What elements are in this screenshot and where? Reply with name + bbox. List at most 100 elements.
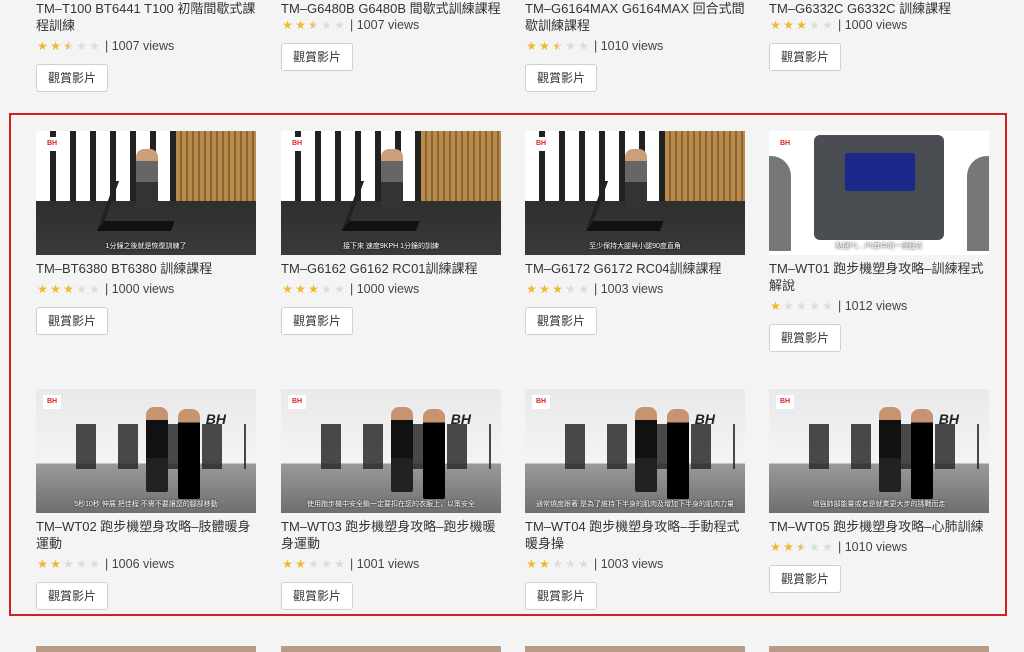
- video-title[interactable]: TM–G6172 G6172 RC04訓練課程: [525, 260, 745, 277]
- star-rating: ★ ★ ★ ★ ★: [281, 19, 346, 31]
- watch-video-button[interactable]: 觀賞影片: [525, 307, 598, 335]
- star-icon: ★: [63, 557, 74, 571]
- star-icon: ★: [770, 299, 781, 313]
- star-icon: ★: [295, 282, 306, 296]
- video-title[interactable]: TM–WT02 跑步機塑身攻略–肢體暖身運動: [36, 518, 256, 552]
- video-thumbnail[interactable]: BH BH 使用跑步機中安全鎖一定要扣在您的衣服上，以策安全: [281, 389, 501, 513]
- video-thumbnail[interactable]: BH 點選P1…P6其中的一個程式: [769, 131, 989, 255]
- watch-video-button[interactable]: 觀賞影片: [769, 43, 842, 71]
- video-thumbnail[interactable]: [281, 646, 501, 652]
- star-icon: ★: [770, 540, 781, 554]
- rating-row: ★ ★ ★ ★ ★ | 1012 views: [769, 298, 989, 314]
- star-icon: ★: [578, 282, 589, 296]
- video-card: BH 點選P1…P6其中的一個程式 TM–WT01 跑步機塑身攻略–訓練程式解說…: [769, 131, 989, 352]
- star-icon: ★: [89, 282, 100, 296]
- star-icon: ★: [295, 557, 306, 571]
- watch-video-button[interactable]: 觀賞影片: [281, 307, 354, 335]
- brand-logo: BH: [776, 395, 795, 409]
- video-title[interactable]: TM–BT6380 BT6380 訓練課程: [36, 260, 256, 277]
- video-thumbnail[interactable]: BH BH 通常燒度跟著 是為了維持下半身的肌肉及增加下半身的肌肉力量: [525, 389, 745, 513]
- star-rating: ★ ★ ★ ★ ★: [36, 40, 101, 52]
- star-icon: ★: [539, 282, 550, 296]
- video-card: TM–T100 BT6441 T100 初階間歇式課程訓練 ★ ★ ★ ★ ★ | 100…: [36, 0, 256, 92]
- rating-row: ★ ★ ★ ★ ★ | 1007 views: [281, 17, 501, 33]
- star-icon: ★: [321, 557, 332, 571]
- video-caption: 5秒10秒 伸展 把佳程 不需不要讓您的腳部移動: [74, 501, 218, 508]
- video-thumbnail[interactable]: [36, 646, 256, 652]
- view-count: | 1000 views: [105, 282, 175, 296]
- star-icon: ★: [578, 557, 589, 571]
- video-title[interactable]: TM–G6480B G6480B 間歇式訓練課程: [281, 0, 501, 17]
- star-icon: ★: [809, 18, 820, 32]
- watch-video-button[interactable]: 觀賞影片: [769, 565, 842, 593]
- rating-row: ★ ★ ★ ★ ★ | 1000 views: [281, 281, 501, 297]
- video-card: BH 1分鐘之後就是恢復訓練了 TM–BT6380 BT6380 訓練課程 ★ ★…: [36, 131, 256, 335]
- star-icon: ★: [76, 557, 87, 571]
- video-title[interactable]: TM–WT01 跑步機塑身攻略–訓練程式解說: [769, 260, 989, 294]
- star-rating: ★ ★ ★ ★ ★: [769, 19, 834, 31]
- watch-video-button[interactable]: 觀賞影片: [769, 324, 842, 352]
- star-icon: ★: [809, 540, 820, 554]
- star-icon: ★: [63, 282, 74, 296]
- star-icon: ★: [321, 18, 332, 32]
- star-icon: ★: [526, 282, 537, 296]
- watch-video-button[interactable]: 觀賞影片: [36, 582, 109, 610]
- star-icon: ★: [539, 39, 550, 53]
- video-thumbnail[interactable]: [525, 646, 745, 652]
- brand-logo: BH: [532, 137, 551, 151]
- video-thumbnail[interactable]: BH 1分鐘之後就是恢復訓練了: [36, 131, 256, 255]
- star-icon: ★: [526, 557, 537, 571]
- watch-video-button[interactable]: 觀賞影片: [36, 64, 109, 92]
- star-icon: ★: [37, 39, 48, 53]
- star-icon: ★: [770, 18, 781, 32]
- watch-video-button[interactable]: 觀賞影片: [525, 582, 598, 610]
- star-icon: ★: [37, 282, 48, 296]
- video-thumbnail[interactable]: BH BH 增強肺部能量或者是就業更大步的挑戰而走: [769, 389, 989, 513]
- video-title[interactable]: TM–T100 BT6441 T100 初階間歇式課程訓練: [36, 0, 256, 34]
- video-card: BH BH 增強肺部能量或者是就業更大步的挑戰而走 TM–WT05 跑步機塑身攻…: [769, 389, 989, 593]
- rating-row: ★ ★ ★ ★ ★ | 1003 views: [525, 281, 745, 297]
- video-title[interactable]: TM–G6332C G6332C 訓練課程: [769, 0, 989, 17]
- rating-row: ★ ★ ★ ★ ★ | 1000 views: [36, 281, 256, 297]
- star-icon: ★: [295, 18, 306, 32]
- video-thumbnail[interactable]: BH 至少保持大腿與小腿90度直角: [525, 131, 745, 255]
- brand-logo: BH: [43, 395, 62, 409]
- star-icon: ★: [783, 18, 794, 32]
- star-icon: ★: [334, 18, 345, 32]
- star-rating: ★ ★ ★ ★ ★: [525, 283, 590, 295]
- star-icon: ★: [308, 18, 319, 32]
- video-caption: 通常燒度跟著 是為了維持下半身的肌肉及增加下半身的肌肉力量: [536, 501, 734, 508]
- video-card: BH 接下來 速度9KPH 1分鐘的訓練 TM–G6162 G6162 RC01…: [281, 131, 501, 335]
- star-icon: ★: [783, 299, 794, 313]
- watch-video-button[interactable]: 觀賞影片: [281, 582, 354, 610]
- video-title[interactable]: TM–WT03 跑步機塑身攻略–跑步機暖身運動: [281, 518, 501, 552]
- star-rating: ★ ★ ★ ★ ★: [36, 283, 101, 295]
- video-thumbnail[interactable]: BH 接下來 速度9KPH 1分鐘的訓練: [281, 131, 501, 255]
- video-thumbnail[interactable]: BH BH 5秒10秒 伸展 把佳程 不需不要讓您的腳部移動: [36, 389, 256, 513]
- star-icon: ★: [76, 39, 87, 53]
- rating-row: ★ ★ ★ ★ ★ | 1007 views: [36, 38, 256, 54]
- star-icon: ★: [308, 282, 319, 296]
- watch-video-button[interactable]: 觀賞影片: [36, 307, 109, 335]
- view-count: | 1003 views: [594, 282, 664, 296]
- video-card: TM–G6332C G6332C 訓練課程 ★ ★ ★ ★ ★ | 1000 views …: [769, 0, 989, 71]
- star-icon: ★: [796, 540, 807, 554]
- video-title[interactable]: TM–WT04 跑步機塑身攻略–手動程式暖身操: [525, 518, 745, 552]
- video-thumbnail[interactable]: [769, 646, 989, 652]
- star-icon: ★: [321, 282, 332, 296]
- video-title[interactable]: TM–WT05 跑步機塑身攻略–心肺訓練: [769, 518, 989, 535]
- rating-row: ★ ★ ★ ★ ★ | 1003 views: [525, 556, 745, 572]
- watch-video-button[interactable]: 觀賞影片: [525, 64, 598, 92]
- video-card: TM–G6480B G6480B 間歇式訓練課程 ★ ★ ★ ★ ★ | 1007 vie…: [281, 0, 501, 71]
- star-rating: ★ ★ ★ ★ ★: [525, 40, 590, 52]
- view-count: | 1000 views: [350, 282, 420, 296]
- star-icon: ★: [76, 282, 87, 296]
- video-title[interactable]: TM–G6162 G6162 RC01訓練課程: [281, 260, 501, 277]
- star-icon: ★: [565, 282, 576, 296]
- video-title[interactable]: TM–G6164MAX G6164MAX 回合式間歇訓練課程: [525, 0, 745, 34]
- watch-video-button[interactable]: 觀賞影片: [281, 43, 354, 71]
- star-icon: ★: [809, 299, 820, 313]
- video-caption: 使用跑步機中安全鎖一定要扣在您的衣服上，以策安全: [307, 501, 475, 508]
- view-count: | 1006 views: [105, 557, 175, 571]
- view-count: | 1010 views: [594, 39, 664, 53]
